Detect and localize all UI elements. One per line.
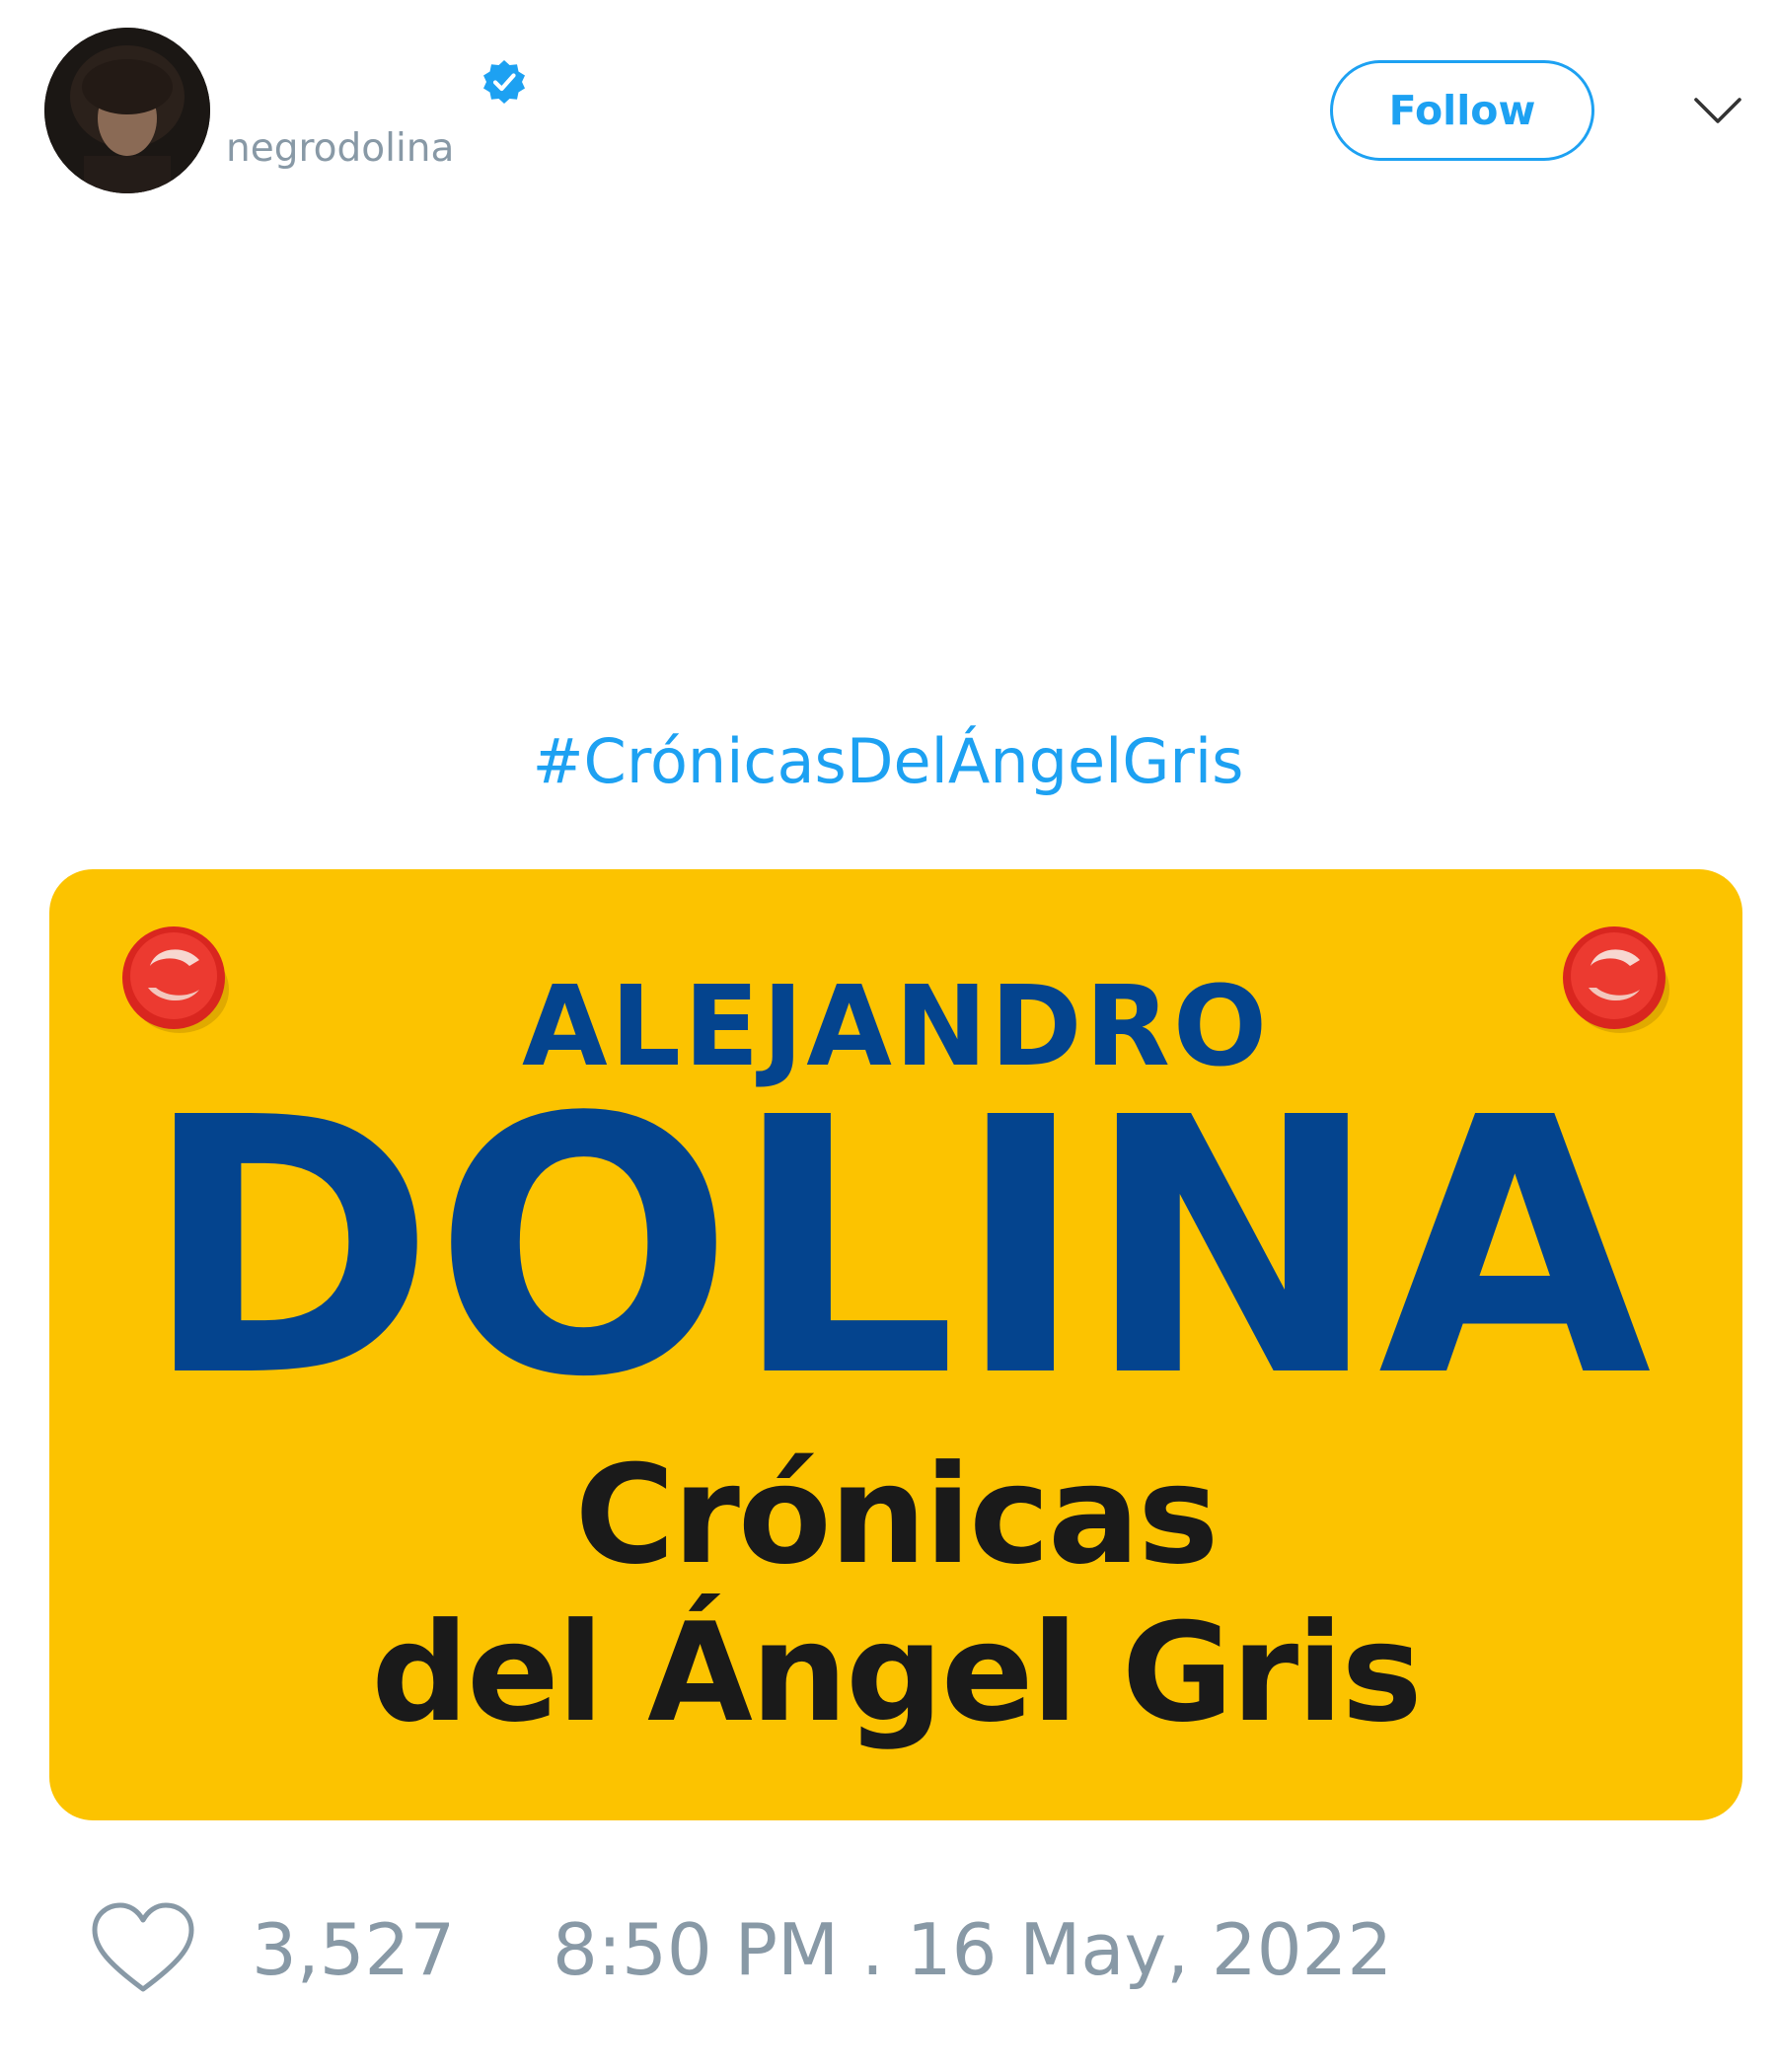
heart-icon[interactable] [89,1900,197,1997]
tweet-timestamp[interactable]: 8:50 PM . 16 May, 2022 [553,1906,1392,1993]
tweet-media-image[interactable]: ALEJANDRO DOLINA Crónicas del Ángel Gris [49,869,1742,1820]
like-count: 3,527 [252,1908,456,1991]
user-handle[interactable]: negrodolina [226,126,454,171]
avatar-photo [44,28,210,193]
hashtag-link[interactable]: #CrónicasDelÁngelGris [0,724,1776,799]
cover-title-line-1: Crónicas [574,1436,1220,1594]
avatar[interactable] [44,28,210,193]
verified-badge-icon [481,58,528,106]
cover-author-last-name: DOLINA [142,1044,1652,1454]
cover-title-line-2: del Ángel Gris [371,1593,1422,1752]
follow-button[interactable]: Follow [1330,60,1594,161]
chevron-down-icon[interactable] [1691,89,1744,132]
